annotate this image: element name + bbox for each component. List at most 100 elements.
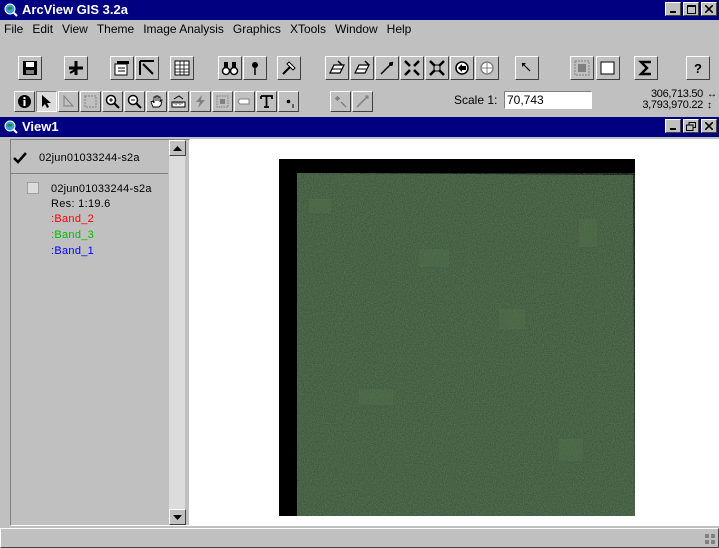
query-builder-button[interactable]: [277, 56, 301, 80]
identify-tool[interactable]: [14, 91, 35, 112]
print-frame-icon: [600, 61, 615, 75]
close-icon: [705, 122, 713, 130]
scroll-down-button[interactable]: [169, 509, 186, 525]
locate-address-button[interactable]: [243, 56, 267, 80]
minimize-icon: [670, 11, 676, 13]
close-button[interactable]: [701, 2, 717, 16]
view-titlebar[interactable]: View1: [0, 117, 719, 137]
app-titlebar[interactable]: ArcView GIS 3.2a: [0, 0, 719, 20]
pushpin-icon: [252, 62, 258, 75]
measure-tool[interactable]: [168, 91, 189, 112]
map-display[interactable]: [190, 139, 719, 526]
maximize-button[interactable]: [683, 2, 699, 16]
zoom-to-full-extent-button[interactable]: [325, 56, 349, 80]
view-restore-button[interactable]: [683, 119, 699, 133]
zoom-out-button[interactable]: [425, 56, 449, 80]
hot-link-tool[interactable]: [190, 91, 211, 112]
menu-xtools[interactable]: XTools: [290, 22, 326, 36]
select-feature-tool[interactable]: [80, 91, 101, 112]
vertex-edit-tool[interactable]: [58, 91, 79, 112]
edit-legend-button[interactable]: [135, 56, 159, 80]
coordinate-y: 3,793,970.22: [642, 99, 703, 111]
draw-line-tool[interactable]: [352, 91, 373, 112]
text-t-icon: [260, 95, 273, 108]
button-bar: ?: [0, 38, 719, 88]
clear-selection-button[interactable]: [515, 56, 539, 80]
area-of-interest-icon: [216, 95, 229, 108]
label-tool[interactable]: [234, 91, 255, 112]
pointer-tool[interactable]: [36, 91, 57, 112]
save-project-button[interactable]: [18, 56, 42, 80]
sparkle-icon: [335, 96, 347, 108]
pan-tool[interactable]: [146, 91, 167, 112]
zoom-in-arrows-icon: [404, 60, 420, 76]
view-minimize-button[interactable]: [665, 119, 681, 133]
view-title: View1: [22, 119, 59, 134]
help-button[interactable]: ?: [686, 56, 710, 80]
draw-point-tool[interactable]: [278, 91, 299, 112]
horizontal-arrow-icon: ↔: [707, 89, 717, 100]
tool-bar: [0, 88, 719, 114]
menu-file[interactable]: File: [4, 22, 23, 36]
open-table-button[interactable]: [170, 56, 194, 80]
theme-2-name[interactable]: 02jun01033244-s2a: [51, 183, 171, 195]
menu-view[interactable]: View: [62, 22, 88, 36]
coordinate-readout: 306,713.50 3,793,970.22: [642, 89, 703, 111]
help-question-icon: ?: [694, 61, 702, 76]
resize-grip-icon[interactable]: [703, 532, 717, 546]
info-icon: [18, 95, 31, 108]
find-button[interactable]: [218, 56, 242, 80]
select-features-button[interactable]: [475, 56, 499, 80]
zoom-to-active-themes-button[interactable]: [350, 56, 374, 80]
sigma-icon: [638, 60, 651, 76]
menu-edit[interactable]: Edit: [32, 22, 53, 36]
menu-help[interactable]: Help: [387, 22, 412, 36]
pointer-arrow-icon: [42, 95, 51, 108]
statistics-button[interactable]: [634, 56, 658, 80]
scale-input[interactable]: 70,743: [504, 91, 592, 109]
hammer-icon: [282, 61, 296, 75]
menu-graphics[interactable]: Graphics: [233, 22, 281, 36]
text-tool[interactable]: [256, 91, 277, 112]
table-of-contents: 02jun01033244-s2a 02jun01033244-s2a Res:…: [10, 139, 190, 526]
menu-bar: File Edit View Theme Image Analysis Grap…: [0, 20, 719, 38]
toc-scrollbar[interactable]: [168, 140, 186, 525]
theme-2-resolution: Res: 1:19.6: [51, 198, 111, 210]
magic-wand-tool[interactable]: [330, 91, 351, 112]
svg-text:?: ?: [694, 61, 702, 76]
binoculars-icon: [221, 62, 239, 76]
band-3-label: :Band_3: [51, 229, 95, 241]
scroll-up-button[interactable]: [169, 140, 186, 156]
print-button[interactable]: [596, 56, 620, 80]
status-bar: [0, 528, 719, 548]
vertex-edit-icon: [63, 94, 75, 107]
satellite-image: [279, 159, 635, 516]
theme-2-checkbox[interactable]: [27, 182, 39, 194]
full-extent-icon: [329, 60, 345, 74]
app-title: ArcView GIS 3.2a: [22, 2, 128, 17]
theme-properties-button[interactable]: [110, 56, 134, 80]
select-feature-icon: [84, 95, 97, 108]
menu-theme[interactable]: Theme: [97, 22, 134, 36]
zoom-out-arrows-icon: [429, 60, 445, 76]
area-of-interest-tool[interactable]: [212, 91, 233, 112]
zoom-in-tool[interactable]: [102, 91, 123, 112]
theme-1-name[interactable]: 02jun01033244-s2a: [39, 152, 159, 164]
minimize-button[interactable]: [665, 2, 681, 16]
theme-1-checkbox[interactable]: [13, 151, 27, 165]
zoom-in-button[interactable]: [400, 56, 424, 80]
menu-image-analysis[interactable]: Image Analysis: [143, 22, 224, 36]
menu-window[interactable]: Window: [335, 22, 378, 36]
maximize-icon: [686, 4, 696, 14]
scale-label: Scale 1:: [454, 93, 498, 107]
add-theme-button[interactable]: [64, 56, 88, 80]
draw-point-icon: [286, 99, 294, 108]
vertical-arrow-icon: ↕: [707, 100, 712, 111]
zoom-out-tool[interactable]: [124, 91, 145, 112]
layout-button[interactable]: [570, 56, 594, 80]
clear-selection-icon: [521, 62, 531, 72]
theme-separator: [11, 173, 169, 174]
view-close-button[interactable]: [701, 119, 717, 133]
zoom-to-selected-button[interactable]: [375, 56, 399, 80]
zoom-previous-button[interactable]: [450, 56, 474, 80]
